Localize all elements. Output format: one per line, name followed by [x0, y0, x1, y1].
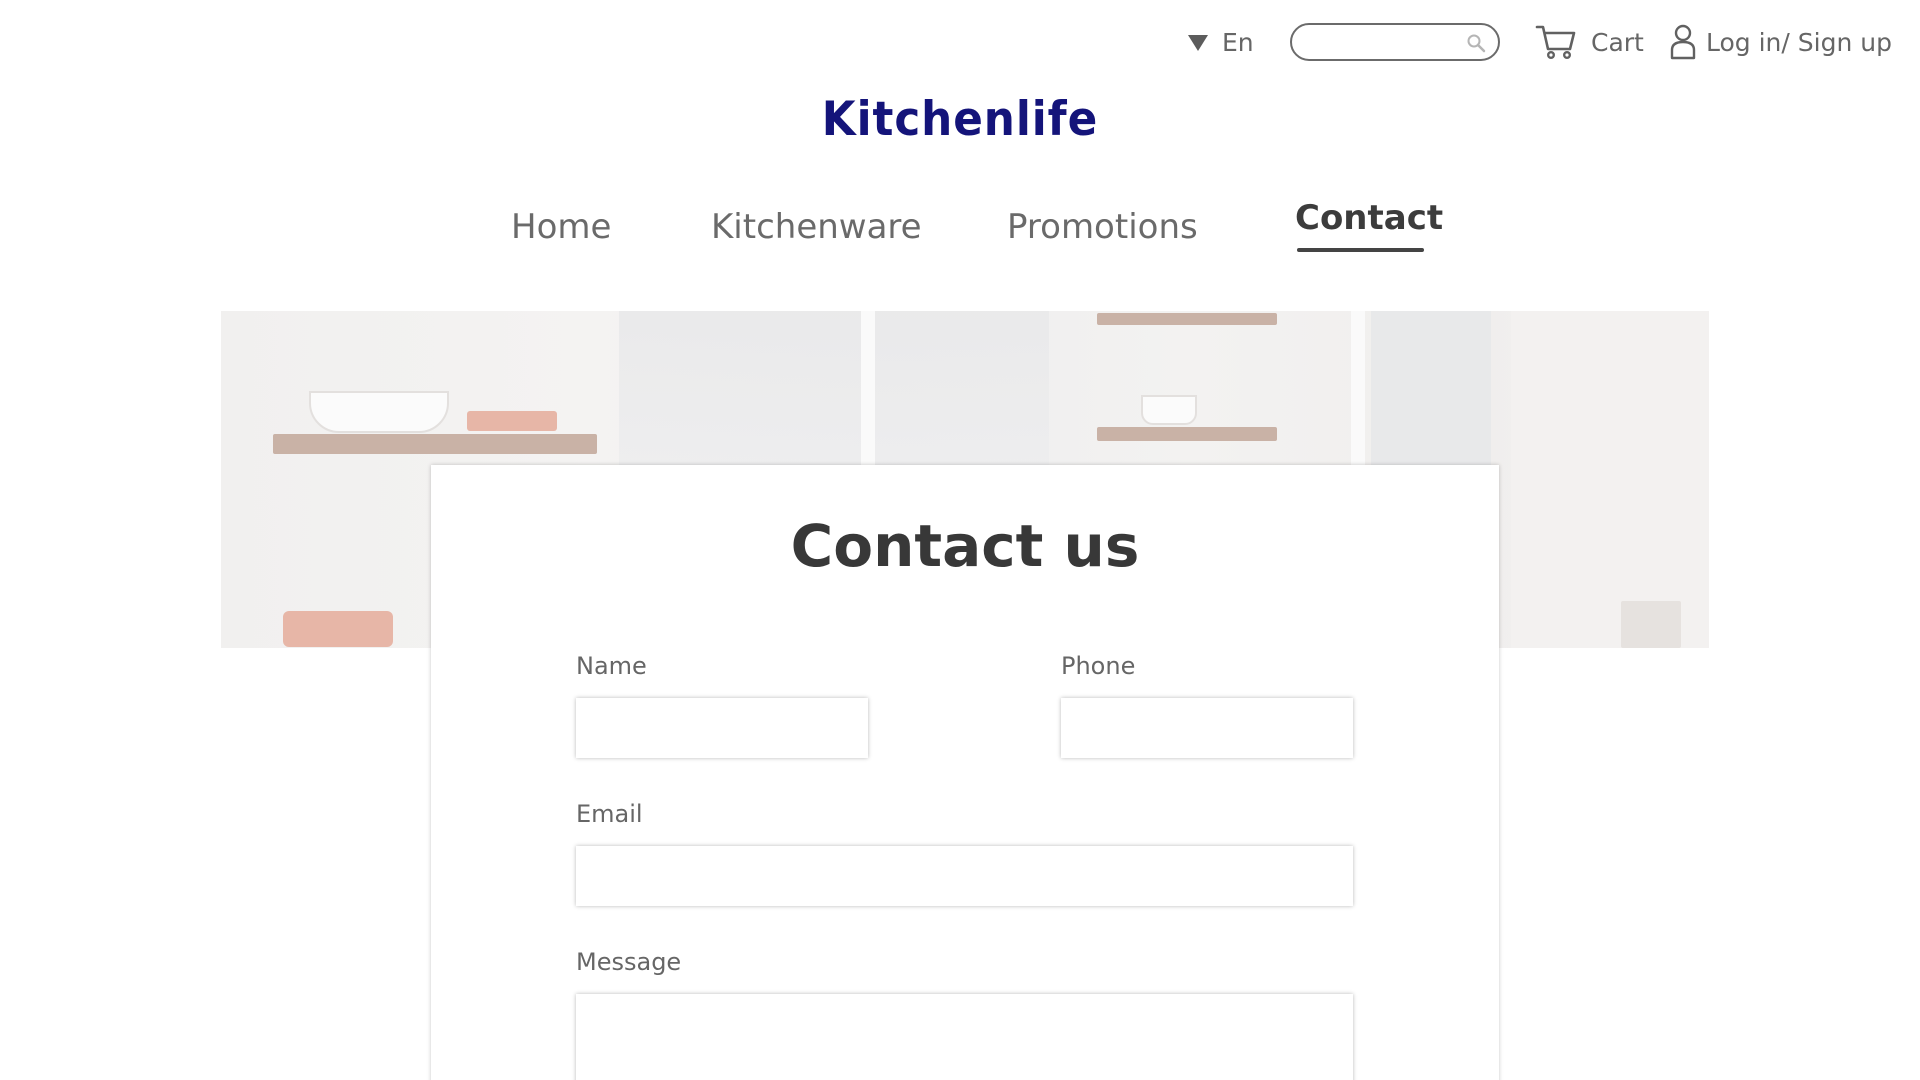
login-signup-link[interactable]: Log in/ Sign up	[1670, 22, 1892, 62]
cart-link[interactable]: Cart	[1535, 22, 1644, 62]
email-field[interactable]	[576, 846, 1353, 906]
nav-contact[interactable]: Contact	[1295, 198, 1443, 238]
message-field[interactable]	[576, 994, 1353, 1080]
user-icon	[1670, 24, 1696, 60]
nav-promotions[interactable]: Promotions	[1007, 207, 1198, 247]
message-label: Message	[576, 948, 682, 976]
nav-kitchenware[interactable]: Kitchenware	[711, 207, 922, 247]
contact-title: Contact us	[790, 512, 1140, 580]
cart-label: Cart	[1591, 27, 1644, 57]
active-nav-underline	[1297, 248, 1424, 252]
search-icon[interactable]	[1466, 33, 1486, 57]
cart-icon	[1535, 25, 1576, 60]
phone-label: Phone	[1061, 652, 1136, 680]
name-label: Name	[576, 652, 647, 680]
search-box[interactable]	[1290, 23, 1500, 61]
language-label: En	[1222, 27, 1254, 57]
nav-home[interactable]: Home	[511, 207, 611, 247]
contact-form-card: Contact us Name Phone Email Message	[431, 465, 1499, 1080]
search-input[interactable]	[1306, 27, 1466, 57]
login-label: Log in/ Sign up	[1706, 27, 1892, 57]
phone-field[interactable]	[1061, 698, 1353, 758]
language-selector[interactable]: En	[1188, 22, 1254, 62]
site-logo[interactable]: Kitchenlife	[67, 92, 1853, 147]
name-field[interactable]	[576, 698, 868, 758]
dropdown-triangle-icon	[1188, 35, 1208, 51]
email-label: Email	[576, 800, 643, 828]
